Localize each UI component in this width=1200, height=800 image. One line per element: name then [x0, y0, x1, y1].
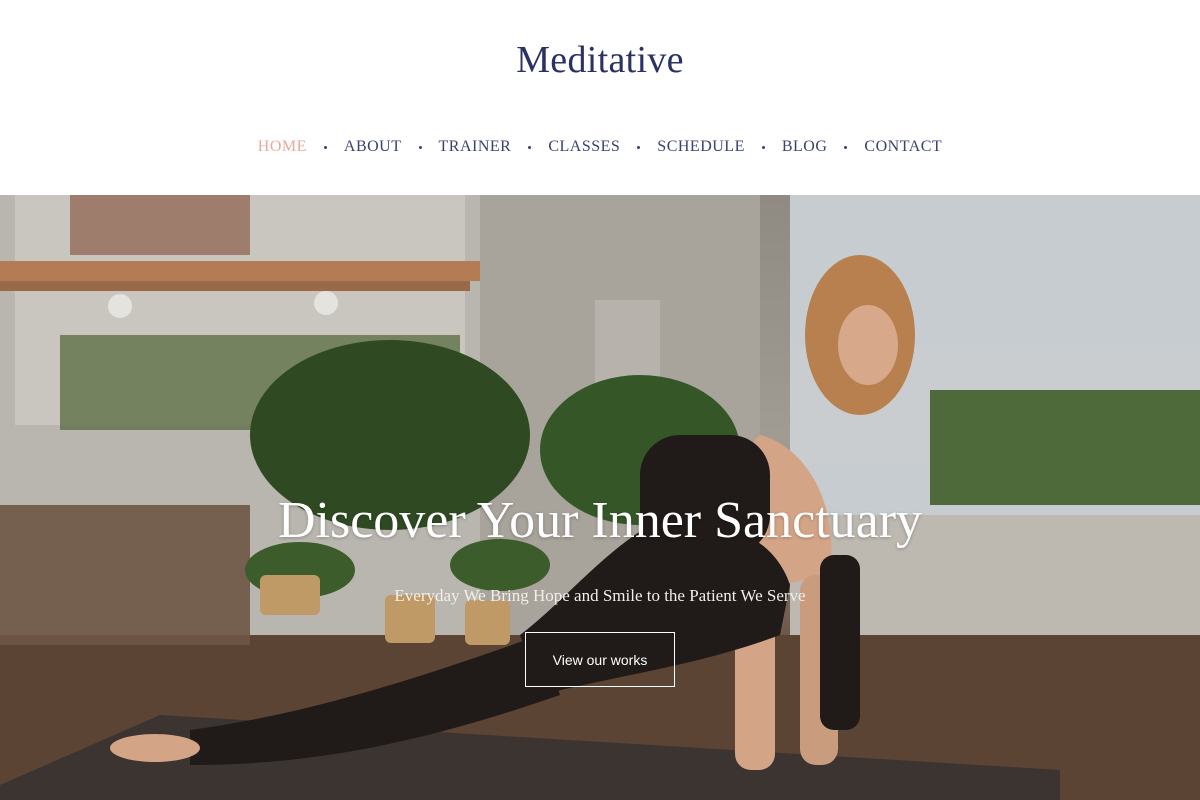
nav-separator: [418, 145, 422, 149]
nav-separator: [323, 145, 327, 149]
nav-blog[interactable]: BLOG: [782, 136, 828, 158]
main-nav: HOME ABOUT TRAINER CLASSES SCHEDULE BLOG…: [0, 136, 1200, 158]
nav-separator: [844, 145, 848, 149]
nav-separator: [528, 145, 532, 149]
nav-separator: [637, 145, 641, 149]
nav-contact[interactable]: CONTACT: [864, 136, 942, 158]
nav-schedule[interactable]: SCHEDULE: [657, 136, 745, 158]
nav-separator: [761, 145, 765, 149]
nav-about[interactable]: ABOUT: [344, 136, 402, 158]
hero-title: Discover Your Inner Sanctuary: [277, 492, 923, 549]
site-logo[interactable]: Meditative: [0, 38, 1200, 82]
nav-home[interactable]: HOME: [258, 136, 307, 158]
nav-trainer[interactable]: TRAINER: [439, 136, 512, 158]
hero-subtitle: Everyday We Bring Hope and Smile to the …: [394, 586, 806, 605]
hero-section: Discover Your Inner Sanctuary Everyday W…: [0, 195, 1200, 800]
view-works-button[interactable]: View our works: [525, 632, 675, 687]
nav-classes[interactable]: CLASSES: [548, 136, 620, 158]
site-header: Meditative HOME ABOUT TRAINER CLASSES SC…: [0, 0, 1200, 195]
